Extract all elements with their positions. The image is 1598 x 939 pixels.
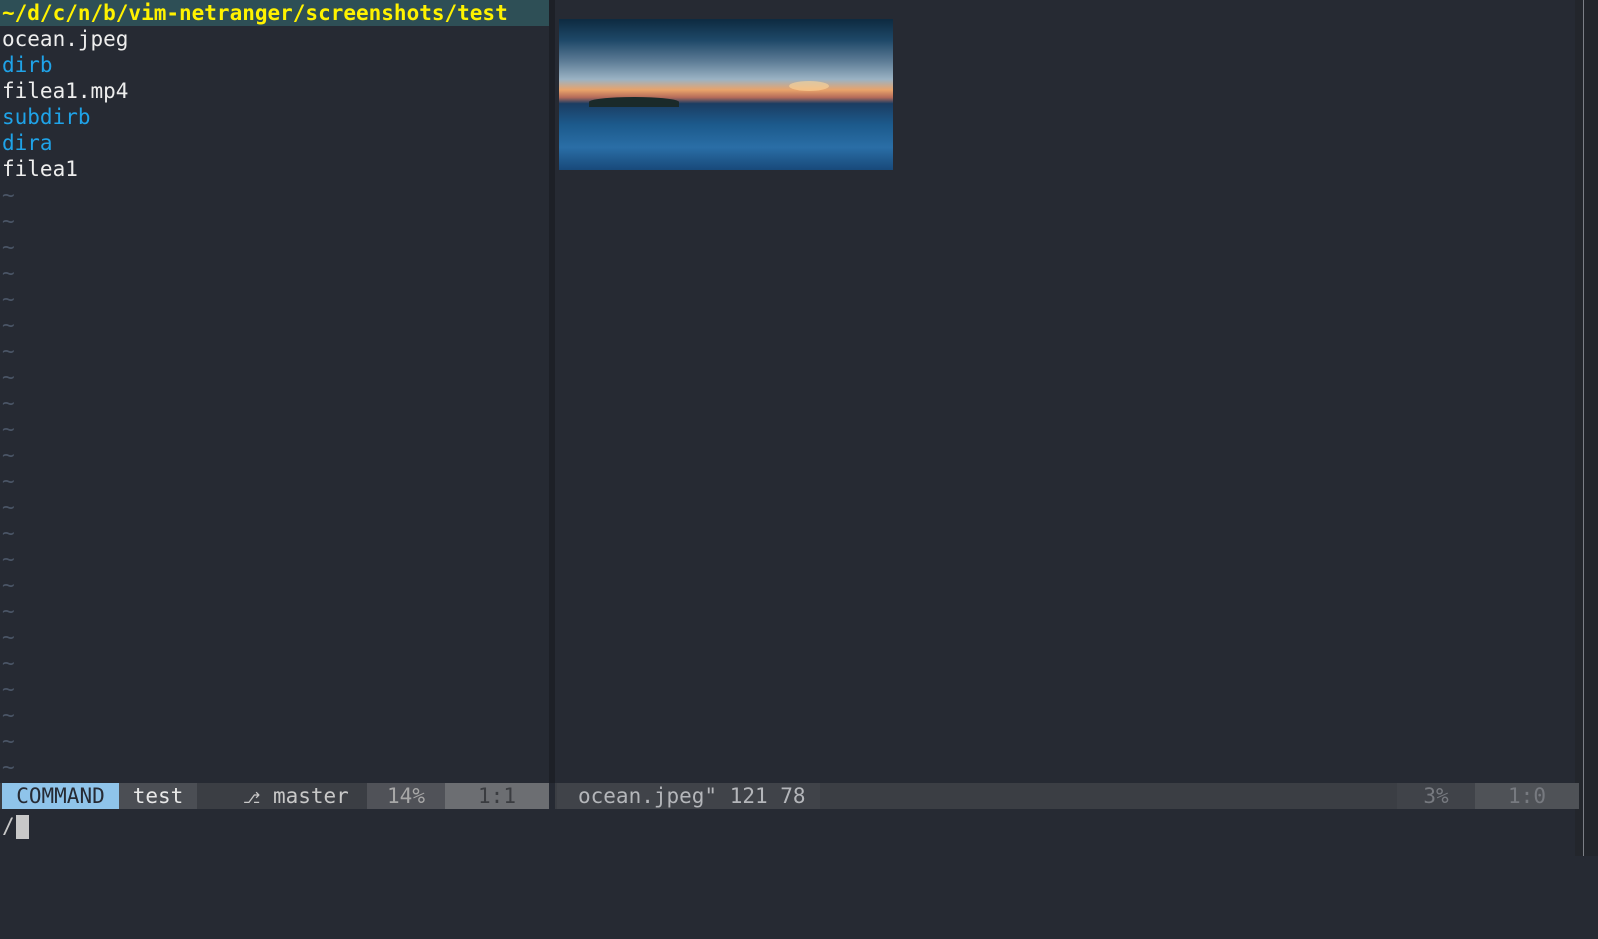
empty-line-marker: ~: [2, 677, 15, 701]
directory-entry[interactable]: subdirb: [0, 104, 549, 130]
empty-line-marker: ~: [2, 729, 15, 753]
empty-line-marker: ~: [2, 469, 15, 493]
empty-line-marker: ~: [2, 417, 15, 441]
empty-line-marker: ~: [2, 625, 15, 649]
right-statusline: ocean.jpeg" 121 78 3% 1:0: [555, 783, 1579, 809]
empty-line-marker: ~: [2, 599, 15, 623]
terminal-scrollbar[interactable]: [1575, 0, 1598, 856]
preview-cursor-position: 1:0: [1475, 783, 1579, 809]
scroll-percent: 14%: [367, 783, 445, 809]
empty-line-marker: ~: [2, 521, 15, 545]
empty-line-marker: ~: [2, 547, 15, 571]
text-cursor: [15, 815, 29, 839]
empty-line-marker: ~: [2, 495, 15, 519]
directory-entry[interactable]: dira: [0, 130, 549, 156]
empty-line-marker: ~: [2, 365, 15, 389]
current-path-header: ~/d/c/n/b/vim-netranger/screenshots/test: [0, 0, 549, 26]
left-statusline: COMMAND test ⎇ master 14% 1:1: [0, 783, 549, 809]
empty-line-marker: ~: [2, 391, 15, 415]
empty-line-marker: ~: [2, 651, 15, 675]
command-line[interactable]: /: [0, 809, 1575, 856]
empty-lines: ~ ~ ~ ~ ~ ~ ~ ~ ~ ~ ~ ~ ~ ~ ~ ~ ~ ~ ~ ~ ~ ~ ~: [0, 182, 549, 780]
file-entry[interactable]: filea1: [0, 156, 549, 182]
empty-line-marker: ~: [2, 287, 15, 311]
empty-line-marker: ~: [2, 443, 15, 467]
preview-scroll-percent: 3%: [1397, 783, 1475, 809]
empty-line-marker: ~: [2, 209, 15, 233]
mode-indicator: COMMAND: [2, 783, 119, 809]
empty-line-marker: ~: [2, 573, 15, 597]
file-list-pane[interactable]: ~/d/c/n/b/vim-netranger/screenshots/test…: [0, 0, 549, 783]
preview-file-info: ocean.jpeg" 121 78: [557, 783, 820, 809]
file-entry[interactable]: ocean.jpeg: [0, 26, 549, 52]
image-sun-glow: [789, 81, 829, 91]
empty-line-marker: ~: [2, 703, 15, 727]
image-island: [589, 97, 679, 107]
file-list[interactable]: ocean.jpeg dirb filea1.mp4 subdirb dira filea…: [0, 26, 549, 182]
empty-line-marker: ~: [2, 183, 15, 207]
empty-line-marker: ~: [2, 261, 15, 285]
empty-line-marker: ~: [2, 755, 15, 779]
file-entry[interactable]: filea1.mp4: [0, 78, 549, 104]
empty-line-marker: ~: [2, 235, 15, 259]
cursor-position: 1:1: [445, 783, 549, 809]
empty-line-marker: ~: [2, 313, 15, 337]
ocean-image-preview: [559, 19, 893, 170]
empty-line-marker: ~: [2, 339, 15, 363]
git-branch-icon: ⎇: [243, 789, 261, 807]
git-branch: ⎇ master: [243, 783, 365, 809]
command-line-text[interactable]: /: [2, 814, 15, 838]
git-branch-name: master: [272, 784, 349, 808]
directory-entry[interactable]: dirb: [0, 52, 549, 78]
buffer-name: test: [119, 783, 197, 809]
preview-pane: [555, 0, 1575, 783]
